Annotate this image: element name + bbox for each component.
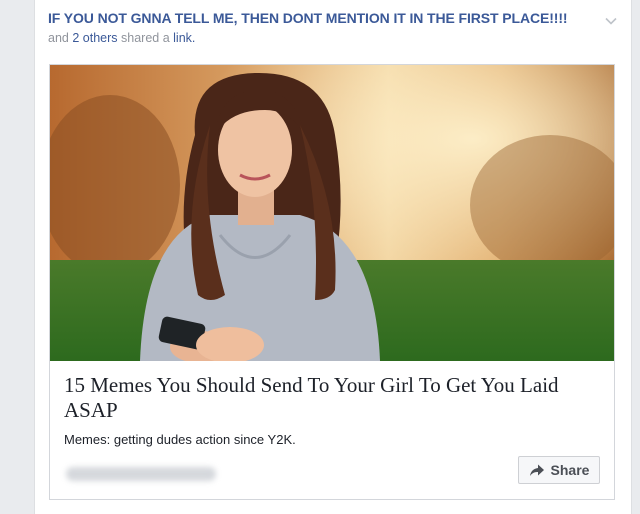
preview-text: 15 Memes You Should Send To Your Girl To… [64, 373, 600, 447]
chevron-down-icon[interactable] [604, 14, 618, 28]
article-description: Memes: getting dudes action since Y2K. [64, 432, 296, 447]
post-card: IF YOU NOT GNNA TELL ME, THEN DONT MENTI… [34, 0, 632, 514]
article-title[interactable]: 15 Memes You Should Send To Your Girl To… [64, 373, 600, 423]
others-link[interactable]: 2 others [72, 31, 117, 45]
post-header: IF YOU NOT GNNA TELL ME, THEN DONT MENTI… [48, 10, 618, 45]
subtitle-middle: shared a [121, 31, 170, 45]
share-label: Share [550, 462, 590, 478]
preview-image[interactable] [50, 65, 614, 361]
link-preview[interactable]: 15 Memes You Should Send To Your Girl To… [49, 64, 615, 500]
subtitle-prefix: and [48, 31, 69, 45]
post-title[interactable]: IF YOU NOT GNNA TELL ME, THEN DONT MENTI… [48, 10, 618, 26]
link-word[interactable]: link. [173, 31, 195, 45]
share-button[interactable]: Share [518, 456, 600, 484]
share-arrow-icon [529, 464, 544, 476]
post-subtitle: and 2 others shared a link. [48, 31, 618, 45]
blurred-source-text [66, 467, 216, 481]
